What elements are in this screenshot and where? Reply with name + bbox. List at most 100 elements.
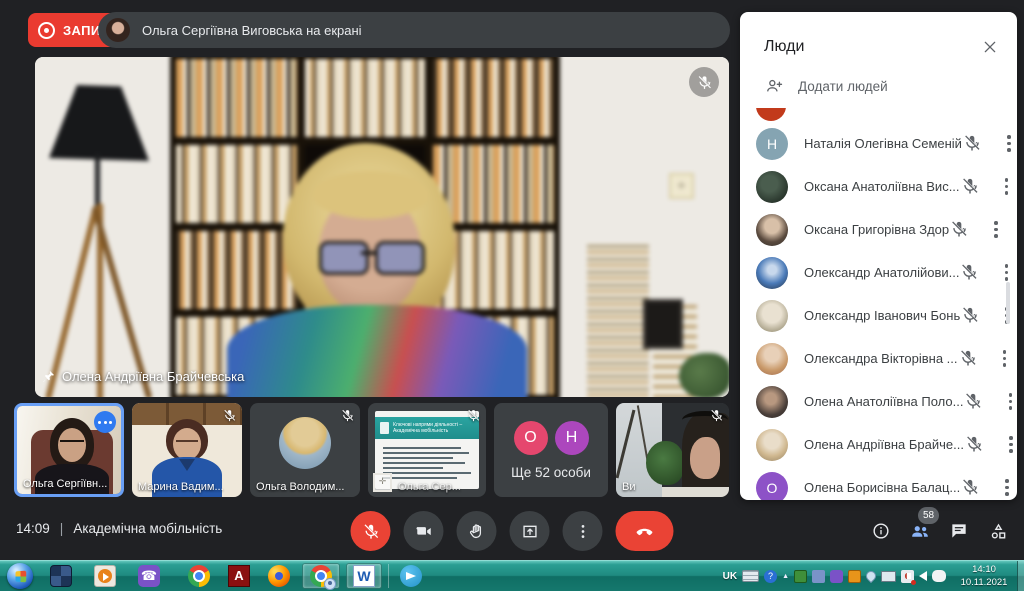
present-screen-button[interactable] bbox=[510, 511, 550, 551]
activities-button[interactable] bbox=[986, 519, 1010, 543]
more-participants-label: Ще 52 особи bbox=[494, 465, 608, 480]
screen-share-banner-text: Ольга Сергіївна Виговська на екрані bbox=[142, 23, 362, 38]
row-menu-button[interactable] bbox=[985, 219, 1007, 241]
mic-toggle-button[interactable] bbox=[351, 511, 391, 551]
participant-row[interactable]: Оксана Анатоліївна Вис... bbox=[740, 165, 1017, 208]
water-drop-tray-icon[interactable] bbox=[864, 569, 878, 583]
panel-scrollbar[interactable] bbox=[1006, 282, 1010, 324]
chat-button[interactable] bbox=[947, 519, 971, 543]
self-label: Ви bbox=[622, 481, 635, 493]
tray-app-icon[interactable] bbox=[812, 570, 825, 583]
call-controls bbox=[351, 511, 674, 551]
participant-row[interactable]: Олена Андріївна Брайче... bbox=[740, 423, 1017, 466]
taskbar-app-chrome[interactable] bbox=[182, 563, 216, 589]
participant-initial-avatar: Н bbox=[756, 128, 788, 160]
tile-options-button[interactable] bbox=[94, 411, 116, 433]
participant-name: Олена Анатоліївна Поло... bbox=[804, 394, 963, 409]
row-menu-button[interactable] bbox=[996, 477, 1017, 499]
meeting-details-button[interactable] bbox=[869, 519, 893, 543]
participant-photo-avatar bbox=[756, 257, 788, 289]
firefox-icon bbox=[268, 565, 290, 587]
participant-name: Оксана Анатоліївна Вис... bbox=[804, 179, 960, 194]
taskbar-clock[interactable]: 14:10 10.11.2021 bbox=[954, 563, 1014, 589]
raise-hand-button[interactable] bbox=[457, 511, 497, 551]
participant-name: Олена Андріївна Брайче... bbox=[804, 437, 964, 452]
participant-row[interactable]: Олена Анатоліївна Поло... bbox=[740, 380, 1017, 423]
add-people-button[interactable]: Додати людей bbox=[764, 76, 888, 96]
taskbar-app-firefox[interactable] bbox=[262, 563, 296, 589]
network-tray-icon[interactable] bbox=[881, 571, 896, 582]
participant-row[interactable]: Олександра Вікторівна ... bbox=[740, 337, 1017, 380]
help-tray-icon[interactable]: ? bbox=[764, 570, 777, 583]
more-participants-tile[interactable]: О Н Ще 52 особи bbox=[494, 403, 608, 497]
participant-name: Олександра Вікторівна ... bbox=[804, 351, 958, 366]
participant-name: Олександр Іванович Бонь bbox=[804, 308, 960, 323]
participant-name: Олександр Анатолійови... bbox=[804, 265, 959, 280]
video-thumbnail[interactable]: Марина Вадим... bbox=[132, 403, 242, 497]
partial-avatar bbox=[756, 108, 786, 121]
participant-row[interactable]: Олександр Анатолійови... bbox=[740, 251, 1017, 294]
pinned-speaker-label: Олена Андріївна Брайчевська bbox=[41, 369, 244, 384]
taskbar-app-viber[interactable]: ☎ bbox=[132, 563, 166, 589]
presentation-thumbnail[interactable]: Ключові напрями діяльності – Академічна … bbox=[368, 403, 486, 497]
muted-mic-icon bbox=[222, 408, 237, 423]
participant-row[interactable]: Н Наталія Олегівна Семеній bbox=[740, 122, 1017, 165]
show-desktop-button[interactable] bbox=[1017, 561, 1024, 591]
screen: ЗАПИС Ольга Сергіївна Виговська на екран… bbox=[0, 0, 1024, 590]
more-options-button[interactable] bbox=[563, 511, 603, 551]
gpu-tray-icon[interactable] bbox=[794, 570, 807, 583]
participant-photo-avatar bbox=[756, 300, 788, 332]
participant-row[interactable]: Олександр Іванович Бонь bbox=[740, 294, 1017, 337]
participant-name: Оксана Григорівна Здор bbox=[804, 222, 949, 237]
video-thumbnail[interactable]: Ольга Володим... bbox=[250, 403, 360, 497]
taskbar-app-chrome-active[interactable] bbox=[302, 563, 340, 589]
participant-row[interactable]: О Олена Борисівна Балац... bbox=[740, 466, 1017, 500]
participant-photo-avatar bbox=[756, 214, 788, 246]
meeting-name: Академічна мобільність bbox=[73, 521, 222, 536]
windows-taskbar: ☎ A W UK ? ▲ e 14:10 10.11.2021 bbox=[0, 560, 1024, 591]
pin-icon bbox=[41, 369, 56, 384]
row-menu-button[interactable] bbox=[994, 348, 1016, 370]
participant-name: Наталія Олегівна Семеній bbox=[804, 136, 962, 151]
taskbar-app-mediaplayer[interactable] bbox=[88, 563, 122, 589]
taskbar-app-acrobat[interactable]: A bbox=[222, 563, 256, 589]
row-menu-button[interactable] bbox=[1000, 434, 1017, 456]
muted-mic-icon bbox=[960, 477, 982, 499]
participants-button[interactable]: 58 bbox=[908, 519, 932, 543]
row-menu-button[interactable] bbox=[995, 262, 1017, 284]
windows-logo-icon bbox=[15, 570, 26, 582]
viber-tray-icon[interactable] bbox=[830, 570, 843, 583]
muted-mic-icon bbox=[689, 67, 719, 97]
participant-initial-avatar: О bbox=[756, 472, 788, 501]
main-video-tile[interactable]: ✛ Олена Андріївна Брайчевська bbox=[35, 57, 729, 397]
row-menu-button[interactable] bbox=[999, 391, 1017, 413]
taskbar-app-video[interactable] bbox=[44, 563, 78, 589]
taskbar-divider bbox=[388, 564, 389, 588]
start-button[interactable] bbox=[7, 563, 33, 589]
participant-name: Олена Борисівна Балац... bbox=[804, 480, 960, 495]
end-call-button[interactable] bbox=[616, 511, 674, 551]
participant-row[interactable]: Оксана Григорівна Здор bbox=[740, 208, 1017, 251]
participant-photo-avatar bbox=[756, 386, 788, 418]
keyboard-layout-icon[interactable] bbox=[742, 570, 759, 582]
self-video-thumbnail[interactable]: Ви bbox=[616, 403, 729, 497]
taskbar-app-telegram[interactable] bbox=[394, 563, 428, 589]
google-meet-window: ЗАПИС Ольга Сергіївна Виговська на екран… bbox=[0, 0, 1024, 560]
row-menu-button[interactable] bbox=[998, 133, 1017, 155]
show-hidden-icons-button[interactable]: ▲ bbox=[782, 569, 789, 583]
row-menu-button[interactable] bbox=[996, 176, 1017, 198]
close-icon[interactable] bbox=[979, 36, 1001, 58]
language-indicator[interactable]: UK bbox=[723, 569, 737, 583]
chrome-icon bbox=[188, 565, 210, 587]
viber-icon: ☎ bbox=[138, 565, 160, 587]
taskbar-app-word[interactable]: W bbox=[346, 563, 382, 589]
screen-share-banner[interactable]: Ольга Сергіївна Виговська на екрані bbox=[98, 12, 730, 48]
acrobat-icon: A bbox=[228, 565, 250, 587]
video-thumbnail-active-speaker[interactable]: Ольга Сергіївн... bbox=[14, 403, 124, 497]
camera-toggle-button[interactable] bbox=[404, 511, 444, 551]
muted-mic-icon bbox=[964, 434, 986, 456]
tray-cloud-icon[interactable] bbox=[932, 570, 946, 582]
tray-utility-icon[interactable] bbox=[848, 570, 861, 583]
volume-tray-icon[interactable] bbox=[919, 571, 927, 581]
divider: | bbox=[60, 521, 64, 536]
